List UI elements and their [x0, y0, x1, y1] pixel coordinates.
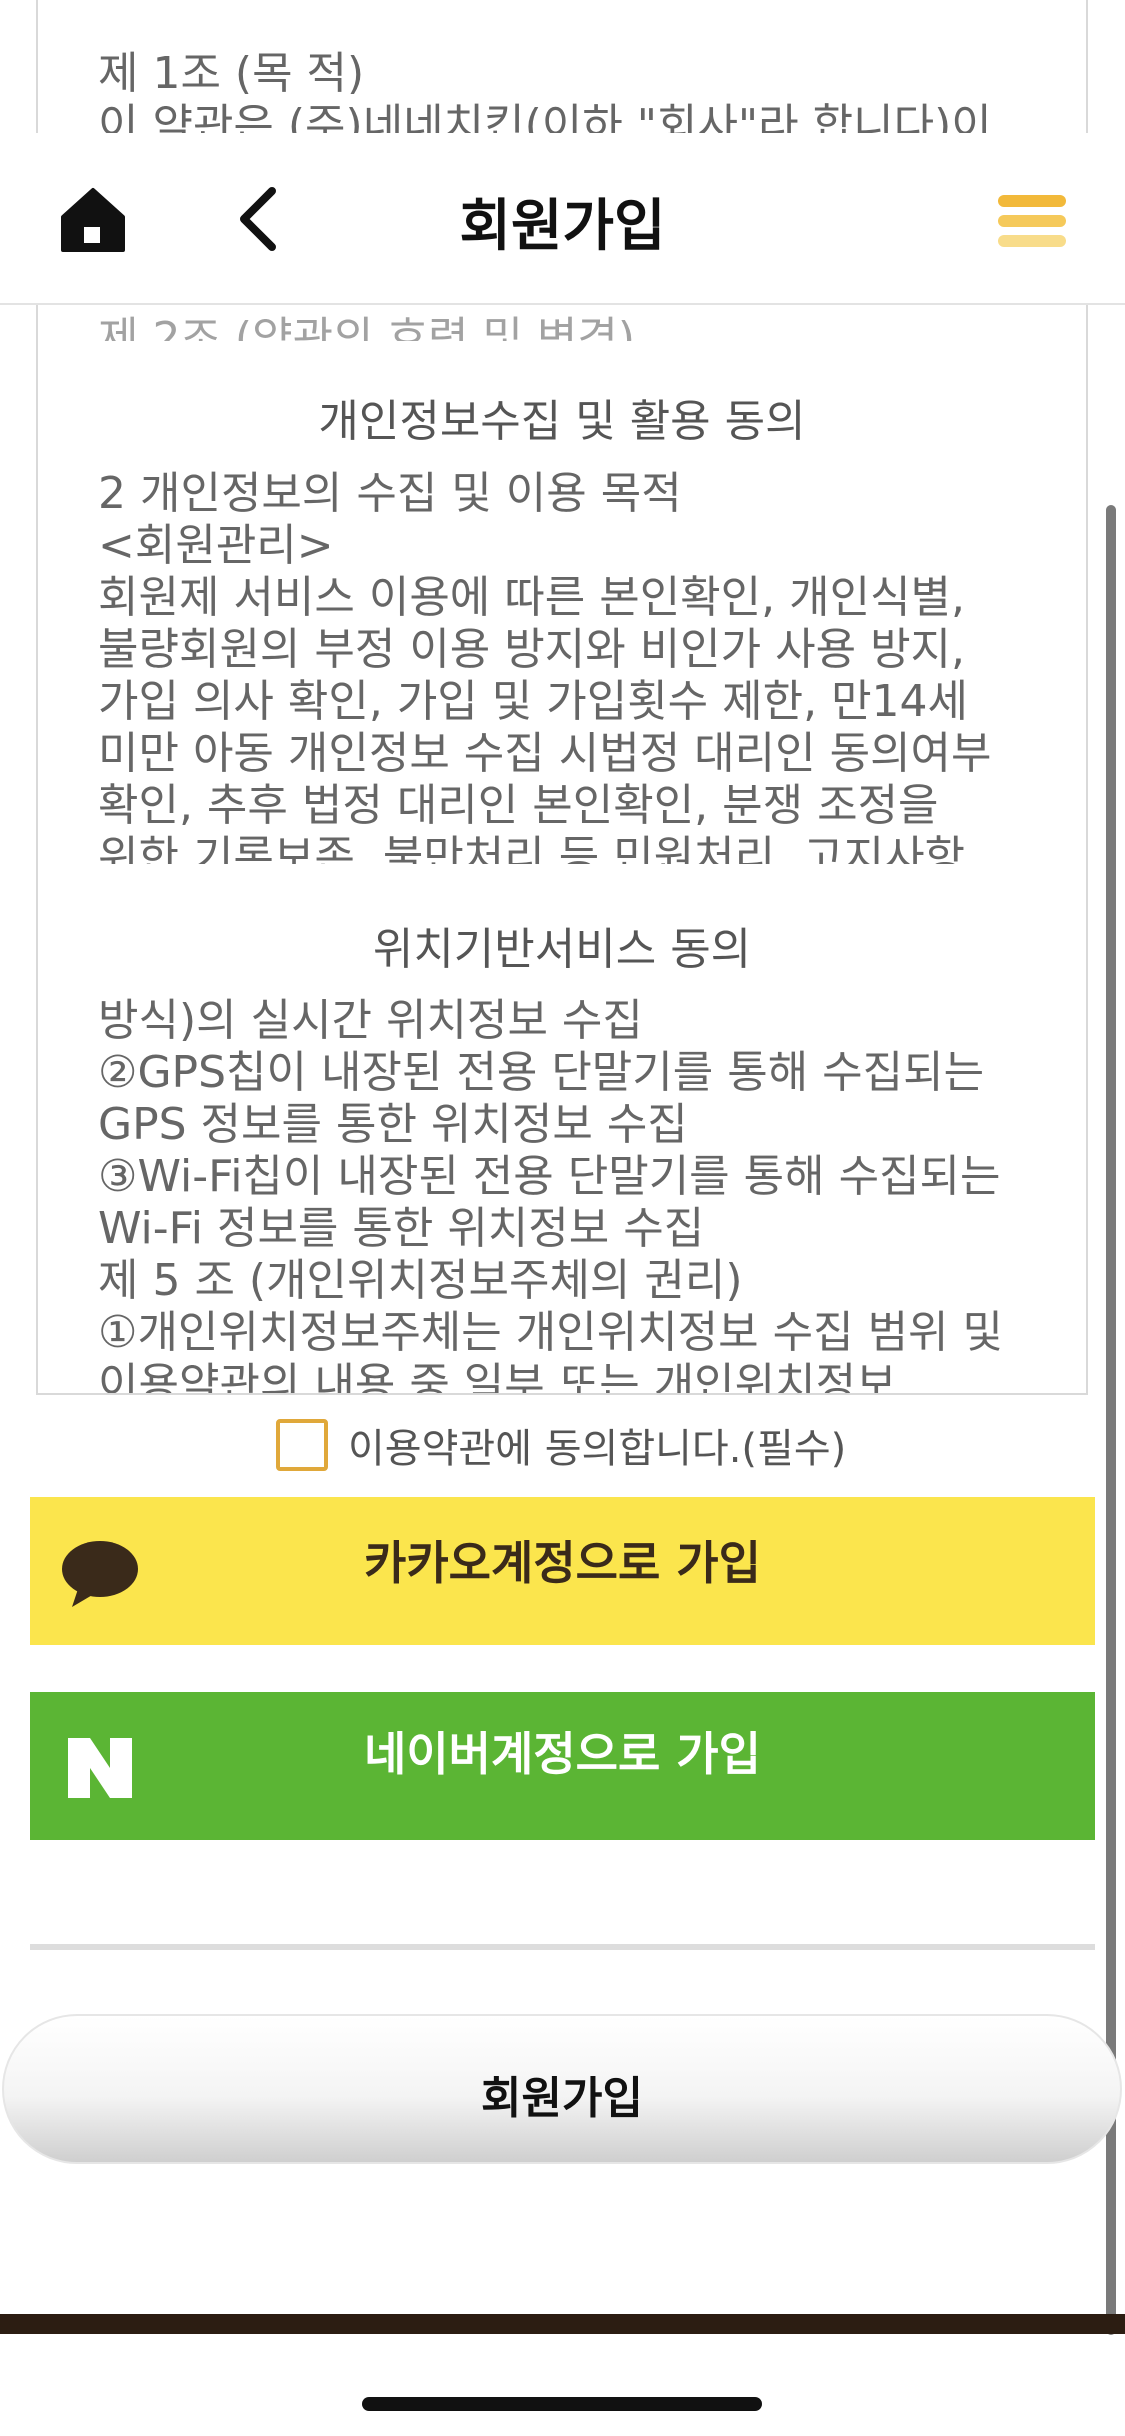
terms-agree-checkbox[interactable]	[276, 1419, 328, 1471]
section-divider	[30, 1944, 1095, 1950]
location-section-title: 위치기반서비스 동의	[372, 924, 752, 975]
terms-agree-row[interactable]: 이용약관에 동의합니다.(필수)	[276, 1414, 846, 1476]
hamburger-menu-icon[interactable]	[998, 195, 1066, 247]
terms-frame: ... 합니다. 제 2조 (약관의 효력 및 변경) 개인정보수집 및 활용 …	[36, 261, 1088, 1395]
page-title: 회원가입	[459, 194, 666, 259]
privacy-terms-text[interactable]: 2 개인정보의 수집 및 이용 목적 <회원관리> 회원제 서비스 이용에 따른…	[98, 468, 1026, 864]
top-header: 회원가입	[0, 133, 1125, 305]
terms-agree-label: 이용약관에 동의합니다.(필수)	[348, 1426, 847, 1472]
location-terms-text[interactable]: 방식)의 실시간 위치정보 수집 ②GPS칩이 내장된 전용 단말기를 통해 수…	[98, 995, 1026, 1393]
kakao-signup-label: 카카오계정으로 가입	[364, 1536, 761, 1590]
terms-text-top: 제 1조 (목 적) 이 약관은 (주)네네치킨(이하 "회사"라 합니다)이	[98, 48, 992, 138]
footer-band	[0, 2314, 1125, 2334]
signup-button-label: 회원가입	[481, 2073, 643, 2124]
kakao-signup-button[interactable]: 카카오계정으로 가입	[30, 1497, 1095, 1645]
signup-button[interactable]: 회원가입	[2, 2014, 1122, 2164]
terms-frame-top: 제 1조 (목 적) 이 약관은 (주)네네치킨(이하 "회사"라 합니다)이	[36, 0, 1088, 138]
naver-signup-button[interactable]: 네이버계정으로 가입	[30, 1692, 1095, 1840]
naver-signup-label: 네이버계정으로 가입	[364, 1727, 761, 1781]
home-indicator[interactable]	[362, 2397, 762, 2411]
privacy-section-title: 개인정보수집 및 활용 동의	[318, 396, 806, 447]
